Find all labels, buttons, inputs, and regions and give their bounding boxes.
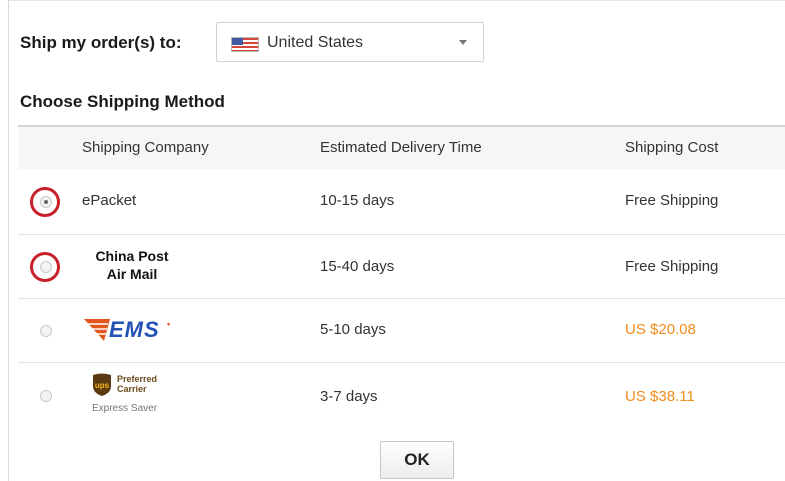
ups-logo: ups Preferred Carrier Express Saver	[92, 373, 192, 421]
shipping-cost: US $20.08	[625, 321, 696, 338]
shipping-option-row[interactable]: ePacket 10-15 days Free Shipping	[18, 169, 785, 235]
header-shipping-cost: Shipping Cost	[625, 139, 719, 156]
delivery-time: 15-40 days	[320, 258, 395, 275]
shipping-cost: US $38.11	[625, 388, 695, 405]
delivery-time: 10-15 days	[320, 192, 395, 209]
shipping-cost: Free Shipping	[625, 192, 719, 209]
china-post-line1: China Post	[95, 248, 169, 264]
section-title: Choose Shipping Method	[20, 92, 225, 111]
shipping-option-radio[interactable]	[40, 261, 52, 273]
ups-service-name: Express Saver	[92, 403, 158, 414]
shipping-cost: Free Shipping	[625, 258, 719, 275]
china-post-line2: Air Mail	[106, 266, 158, 282]
header-shipping-company: Shipping Company	[82, 139, 209, 156]
delivery-time: 5-10 days	[320, 321, 386, 338]
delivery-time: 3-7 days	[320, 388, 378, 405]
ups-shield-icon: ups	[93, 373, 111, 396]
header-delivery-time: Estimated Delivery Time	[320, 139, 482, 156]
ems-logo: EMS •	[84, 319, 184, 341]
ok-button[interactable]: OK	[380, 441, 454, 479]
svg-text:ups: ups	[95, 381, 110, 390]
shipping-option-row[interactable]: ups Preferred Carrier Express Saver 3-7 …	[18, 363, 785, 433]
ems-logo-text: EMS	[109, 317, 160, 342]
shipping-option-row[interactable]: China Post Air Mail 15-40 days Free Ship…	[18, 235, 785, 299]
dropdown-caret-icon	[459, 40, 467, 45]
shipping-option-radio[interactable]	[40, 196, 52, 208]
ship-to-label: Ship my order(s) to:	[20, 33, 182, 52]
shipping-option-radio[interactable]	[40, 390, 52, 402]
selected-country: United States	[267, 34, 364, 51]
china-post-logo: China Post Air Mail	[82, 247, 182, 283]
us-flag-icon	[231, 37, 259, 52]
ups-preferred-carrier-tag: Preferred Carrier	[117, 374, 158, 394]
shipping-company-name: ePacket	[82, 192, 137, 209]
ems-mark-icon: •	[167, 319, 171, 329]
country-select[interactable]: United States	[216, 22, 484, 62]
shipping-option-radio[interactable]	[40, 325, 52, 337]
ems-wings-icon	[84, 319, 110, 341]
table-header: Shipping Company Estimated Delivery Time…	[18, 127, 785, 169]
shipping-option-row[interactable]: EMS • 5-10 days US $20.08	[18, 299, 785, 363]
